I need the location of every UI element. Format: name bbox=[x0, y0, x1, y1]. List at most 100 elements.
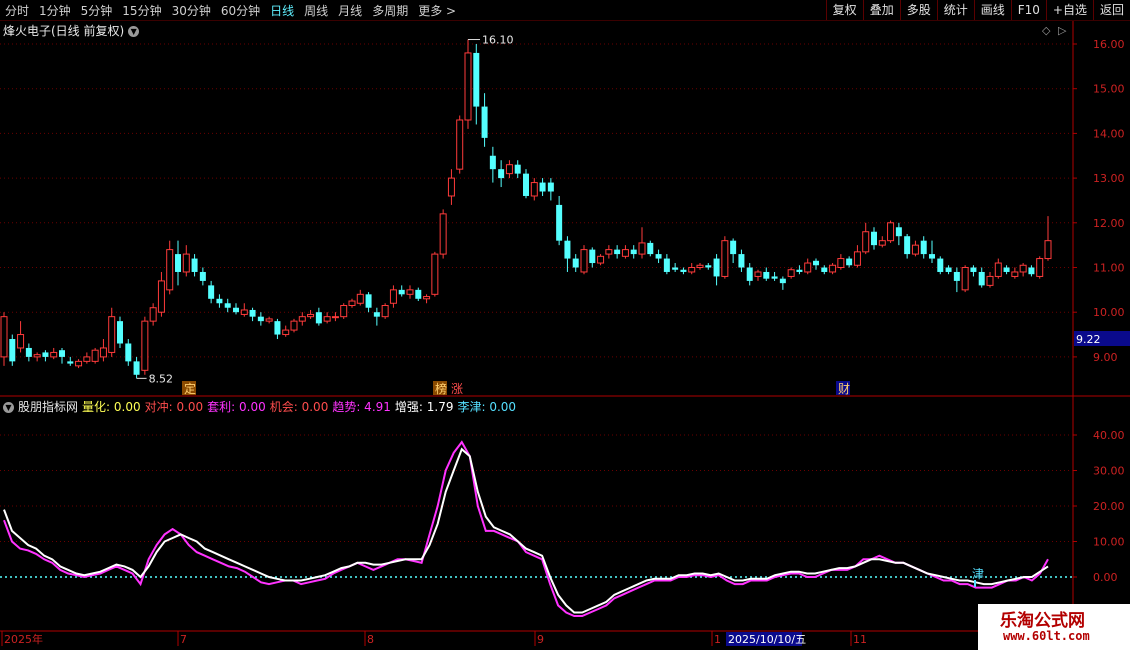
candle-body bbox=[208, 285, 215, 299]
price-tick-label: 12.00 bbox=[1093, 217, 1125, 230]
candle-body bbox=[871, 231, 877, 246]
candle-body bbox=[961, 267, 969, 291]
price-tick-label: 16.00 bbox=[1093, 38, 1125, 51]
date-label: 9 bbox=[537, 633, 544, 646]
watermark-title: 乐淘公式网 bbox=[1000, 611, 1085, 631]
candle-body bbox=[614, 249, 621, 255]
toolbar-button[interactable]: 叠加 bbox=[862, 0, 900, 20]
candle-body bbox=[456, 119, 464, 170]
candle-body bbox=[290, 320, 298, 331]
diamond-icon[interactable]: ◇ bbox=[1042, 24, 1050, 37]
candle-body bbox=[99, 347, 107, 358]
candle-body bbox=[75, 360, 83, 367]
candle-body bbox=[398, 289, 405, 295]
candle-body bbox=[572, 258, 579, 268]
candle-body bbox=[621, 249, 629, 257]
candle-body bbox=[199, 271, 206, 281]
timeframe-tab[interactable]: 更多 > bbox=[413, 2, 461, 19]
candle-body bbox=[1028, 267, 1035, 275]
candle-body bbox=[514, 164, 521, 174]
candle-body bbox=[166, 249, 174, 291]
timeframe-tab[interactable]: 15分钟 bbox=[117, 2, 166, 19]
candle-body bbox=[945, 267, 952, 272]
candle-body bbox=[862, 231, 870, 253]
indicator-field: 量化: 0.00 bbox=[82, 400, 141, 414]
indicator-field: 机会: 0.00 bbox=[269, 400, 329, 414]
candle-body bbox=[713, 258, 720, 277]
candle-body bbox=[298, 316, 306, 322]
candle-body bbox=[125, 343, 132, 362]
timeframe-tab[interactable]: 分时 bbox=[0, 2, 34, 19]
candle-body bbox=[381, 304, 389, 318]
event-mark-bg bbox=[182, 381, 196, 395]
indicator-field: 增强: 1.79 bbox=[394, 400, 454, 414]
chevron-right-icon[interactable]: ▷ bbox=[1058, 24, 1066, 37]
period-toolbar: 分时 1分钟 5分钟 15分钟 30分钟 60分钟 日线 周线 月线 多周期 更多 > 复权 叠加 多股… bbox=[0, 0, 1130, 21]
timeframe-tab[interactable]: 多周期 bbox=[367, 2, 413, 19]
candle-body bbox=[415, 289, 422, 299]
event-mark: 定 bbox=[184, 381, 196, 396]
event-mark: 涨 bbox=[451, 381, 463, 396]
toolbar-button[interactable]: 返回 bbox=[1092, 0, 1130, 20]
toolbar-button[interactable]: 统计 bbox=[936, 0, 974, 20]
candle-body bbox=[754, 271, 762, 277]
low-label: 8.52 bbox=[149, 372, 174, 385]
candle-body bbox=[523, 173, 529, 196]
candle-body bbox=[439, 213, 447, 255]
candle-body bbox=[464, 52, 472, 121]
date-highlight-box bbox=[726, 632, 802, 646]
timeframe-tab[interactable]: 日线 bbox=[265, 2, 299, 19]
date-label: 7 bbox=[180, 633, 187, 646]
candle-body bbox=[505, 164, 513, 175]
candle-body bbox=[42, 352, 49, 357]
price-tick-label: 10.00 bbox=[1093, 306, 1125, 319]
timeframe-tab[interactable]: 月线 bbox=[333, 2, 367, 19]
indicator-tick-label: 10.00 bbox=[1093, 536, 1125, 549]
toolbar-button[interactable]: 画线 bbox=[973, 0, 1011, 20]
candle-body bbox=[1003, 267, 1010, 272]
candle-body bbox=[431, 253, 439, 295]
candle-body bbox=[920, 240, 927, 255]
candle-body bbox=[853, 251, 861, 266]
candle-body bbox=[389, 289, 397, 304]
timeframe-tab[interactable]: 30分钟 bbox=[167, 2, 216, 19]
candle-body bbox=[141, 320, 149, 371]
price-tick-label: 11.00 bbox=[1093, 262, 1125, 275]
date-label: 11 bbox=[853, 633, 867, 646]
toolbar-button[interactable]: 多股 bbox=[899, 0, 937, 20]
toolbar-button[interactable]: F10 bbox=[1010, 0, 1046, 20]
current-price-label: 9.22 bbox=[1076, 333, 1101, 346]
current-price-box bbox=[1074, 331, 1130, 346]
indicator-field: 趋势: 4.91 bbox=[332, 400, 391, 414]
toolbar-button[interactable]: 复权 bbox=[825, 0, 863, 20]
indicator-header: ▼ 股朋指标网 量化: 0.00 对冲: 0.00 套利: 0.00 机会: 0.00 趋势… bbox=[3, 398, 524, 415]
candle-body bbox=[175, 254, 181, 272]
candle-body bbox=[249, 309, 256, 317]
candle-body bbox=[530, 182, 538, 197]
candle-body bbox=[133, 361, 140, 375]
candle-body bbox=[721, 240, 729, 277]
candle-body bbox=[796, 269, 803, 272]
candle-body bbox=[67, 361, 74, 364]
timeframe-tab[interactable]: 周线 bbox=[299, 2, 333, 19]
timeframe-tab[interactable]: 1分钟 bbox=[34, 2, 76, 19]
candle-body bbox=[83, 356, 91, 362]
candle-body bbox=[216, 298, 223, 304]
timeframe-tab[interactable]: 60分钟 bbox=[216, 2, 265, 19]
candle-body bbox=[605, 249, 613, 255]
chevron-down-icon[interactable]: ▼ bbox=[128, 26, 140, 37]
candle-body bbox=[804, 262, 812, 273]
candle-body bbox=[813, 260, 819, 266]
candle-body bbox=[108, 316, 116, 353]
candle-body bbox=[233, 307, 239, 313]
candle-body bbox=[564, 240, 571, 259]
toolbar-button[interactable]: +自选 bbox=[1045, 0, 1093, 20]
candle-body bbox=[149, 307, 157, 322]
candle-body bbox=[356, 293, 364, 304]
candle-body bbox=[680, 269, 687, 272]
candle-body bbox=[589, 249, 596, 264]
timeframe-tab[interactable]: 5分钟 bbox=[76, 2, 118, 19]
chevron-down-icon[interactable]: ▼ bbox=[3, 402, 14, 413]
candle-body bbox=[672, 267, 679, 270]
candle-body bbox=[630, 249, 637, 255]
